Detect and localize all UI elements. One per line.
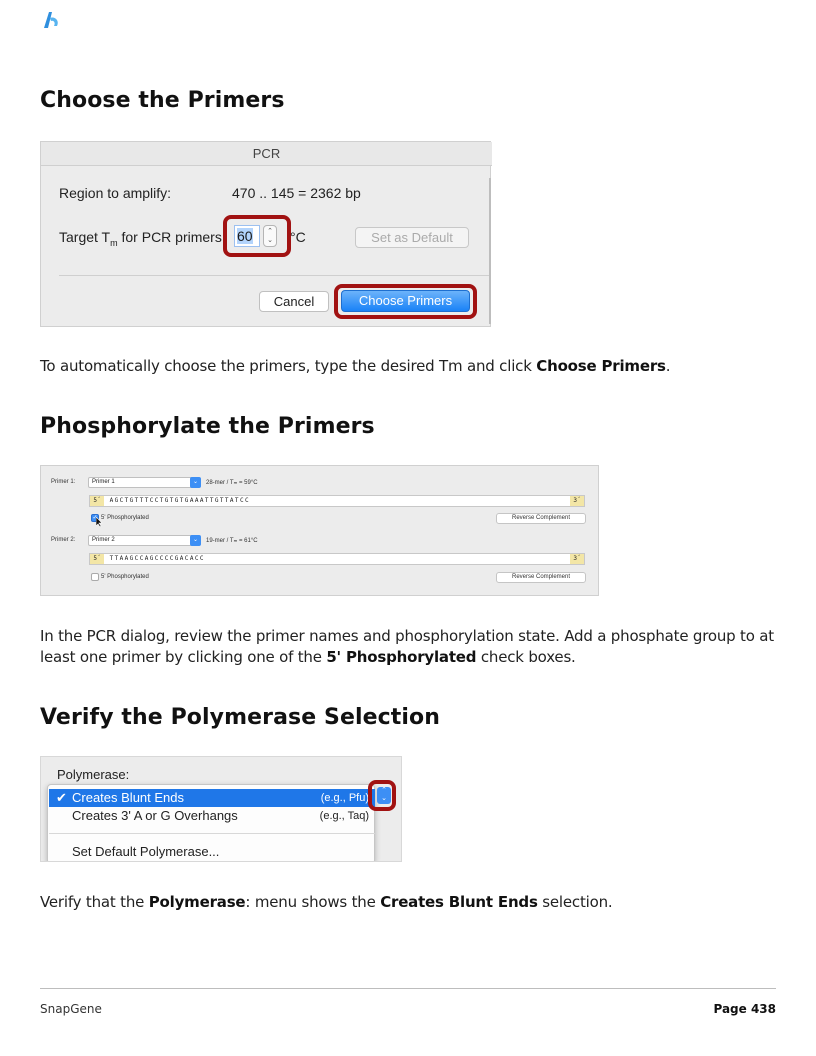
primer1-three-prime: 3´ — [570, 496, 584, 506]
checkmark-icon: ✔ — [56, 790, 67, 805]
footer-divider — [40, 988, 776, 989]
para-bold: Polymerase — [148, 893, 246, 911]
cursor-arrow-icon — [96, 517, 103, 527]
verify-polymerase-paragraph: Verify that the Polymerase: menu shows t… — [40, 892, 780, 913]
primer1-phosphorylated-label: 5' Phosphorylated — [101, 515, 149, 521]
para-text-end: . — [665, 357, 671, 375]
primer1-sequence: AGCTGTTTCCTGTGTGAAATTGTTATCC — [109, 497, 250, 504]
polymerase-label: Polymerase: — [57, 767, 130, 782]
menu-item-blunt-ends[interactable]: ✔ Creates Blunt Ends (e.g., Pfu) — [49, 789, 375, 807]
target-label-text: Target T — [59, 229, 111, 245]
stepper-up-icon[interactable]: ⌃ — [381, 787, 387, 794]
primer2-sequence: TTAAGCCAGCCCCGACACC — [109, 555, 205, 562]
primer2-three-prime: 3´ — [570, 554, 584, 564]
para-bold-2: Creates Blunt Ends — [380, 893, 538, 911]
choose-primers-paragraph: To automatically choose the primers, typ… — [40, 356, 780, 377]
target-tm-label: Target Tm for PCR primers: — [59, 229, 226, 248]
menu-item-label: Set Default Polymerase... — [72, 844, 220, 859]
para-text-end: check boxes. — [476, 648, 576, 666]
footer-brand: SnapGene — [40, 1002, 102, 1016]
region-label: Region to amplify: — [59, 185, 172, 201]
set-as-default-button[interactable]: Set as Default — [355, 227, 469, 248]
menu-item-label: Creates Blunt Ends — [72, 790, 185, 805]
dialog-title: PCR — [41, 142, 492, 166]
menu-item-hint: (e.g., Pfu) — [320, 792, 369, 804]
primer2-reverse-complement-button[interactable]: Reverse Complement — [496, 572, 586, 583]
window-edge — [489, 178, 491, 324]
primer2-dropdown-icon[interactable]: ⌄ — [190, 535, 201, 546]
dialog-separator — [59, 275, 489, 276]
cancel-button[interactable]: Cancel — [259, 291, 329, 312]
region-value: 470 .. 145 = 2362 bp — [232, 185, 361, 201]
menu-item-label: Creates 3' A or G Overhangs — [72, 808, 238, 823]
primer2-label: Primer 2: — [51, 537, 76, 543]
primer2-phosphorylated-checkbox[interactable] — [91, 573, 99, 581]
pcr-dialog-screenshot: PCR Region to amplify: 470 .. 145 = 2362… — [40, 141, 492, 327]
target-label-subscript: m — [110, 237, 118, 248]
primer1-reverse-complement-button[interactable]: Reverse Complement — [496, 513, 586, 524]
section-heading-choose-primers: Choose the Primers — [40, 88, 285, 113]
polymerase-panel-screenshot: Polymerase: ✔ Creates Blunt Ends (e.g., … — [40, 756, 402, 862]
para-text-end: selection. — [537, 893, 613, 911]
tm-input[interactable]: 60 — [234, 225, 260, 247]
para-text: Verify that the — [40, 893, 149, 911]
menu-item-overhangs[interactable]: Creates 3' A or G Overhangs (e.g., Taq) — [49, 807, 375, 825]
primer1-name-select[interactable]: Primer 1 — [88, 477, 200, 488]
phosphorylate-paragraph: In the PCR dialog, review the primer nam… — [40, 626, 780, 668]
target-label-text-end: for PCR primers: — [117, 229, 226, 245]
section-heading-phosphorylate: Phosphorylate the Primers — [40, 414, 375, 439]
menu-item-set-default[interactable]: Set Default Polymerase... — [49, 843, 375, 861]
primer2-sequence-field[interactable]: 5´ TTAAGCCAGCCCCGACACC 3´ — [89, 553, 585, 565]
para-text-mid: : menu shows the — [245, 893, 381, 911]
primer2-phosphorylated-label: 5' Phosphorylated — [101, 574, 149, 580]
menu-item-hint: (e.g., Taq) — [319, 810, 369, 822]
primer2-name-select[interactable]: Primer 2 — [88, 535, 200, 546]
polymerase-stepper[interactable]: ⌃ ⌄ — [377, 787, 391, 804]
stepper-down-icon[interactable]: ⌄ — [381, 795, 387, 802]
polymerase-menu: ✔ Creates Blunt Ends (e.g., Pfu) Creates… — [47, 784, 375, 861]
footer-page-number: Page 438 — [713, 1002, 776, 1016]
snapgene-logo-icon — [44, 12, 58, 28]
primer1-dropdown-icon[interactable]: ⌄ — [190, 477, 201, 488]
para-bold: Choose Primers — [536, 357, 666, 375]
primer1-info: 28-mer / Tₘ = 59°C — [206, 480, 258, 486]
stepper-down-icon[interactable]: ⌄ — [267, 237, 273, 244]
section-heading-verify-polymerase: Verify the Polymerase Selection — [40, 705, 441, 730]
tm-unit: °C — [290, 229, 306, 245]
choose-primers-button[interactable]: Choose Primers — [341, 290, 470, 312]
primer1-sequence-field[interactable]: 5´ AGCTGTTTCCTGTGTGAAATTGTTATCC 3´ — [89, 495, 585, 507]
tm-value: 60 — [237, 228, 253, 244]
para-text: To automatically choose the primers, typ… — [40, 357, 537, 375]
primer1-label: Primer 1: — [51, 479, 76, 485]
tm-stepper[interactable]: ⌃ ⌄ — [263, 225, 277, 247]
primer2-info: 19-mer / Tₘ = 61°C — [206, 538, 258, 544]
primer2-five-prime: 5´ — [90, 554, 104, 564]
para-bold: 5' Phosphorylated — [326, 648, 477, 666]
primers-panel-screenshot: Primer 1: Primer 1 ⌄ 28-mer / Tₘ = 59°C … — [40, 465, 599, 596]
primer1-five-prime: 5´ — [90, 496, 104, 506]
stepper-up-icon[interactable]: ⌃ — [267, 228, 273, 235]
menu-separator — [49, 833, 375, 834]
